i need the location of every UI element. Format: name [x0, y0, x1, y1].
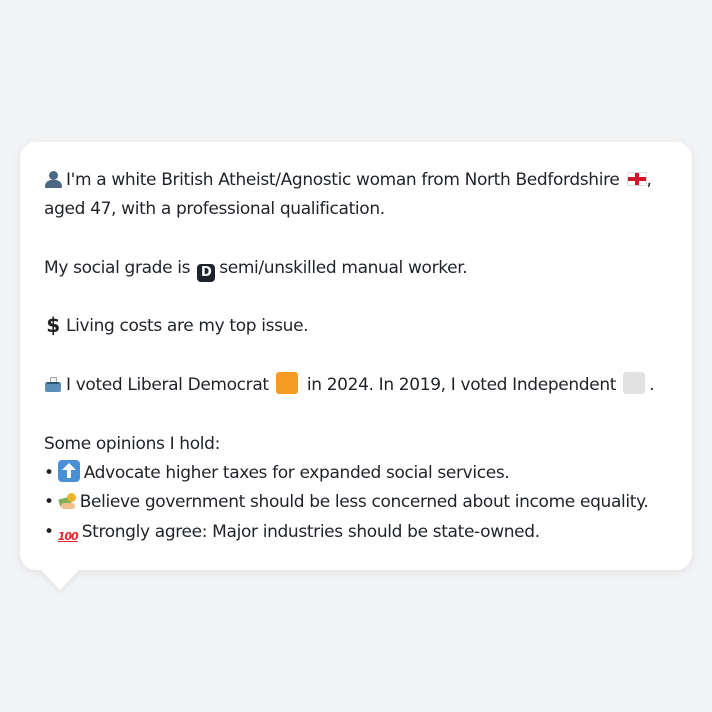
orange-square-icon — [275, 372, 298, 395]
persona-card: I'm a white British Atheist/Agnostic wom… — [20, 142, 692, 570]
dollar-icon: $ — [46, 313, 60, 338]
ballot-box-icon — [44, 375, 62, 393]
hundred-icon: 100 — [57, 529, 79, 543]
person-icon — [44, 170, 62, 188]
d-square-icon: D — [197, 263, 216, 282]
intro-line-2: aged 47, with a professional qualificati… — [44, 199, 385, 220]
vote-line: I voted Liberal Democrat in 2024. In 201… — [44, 371, 668, 400]
list-item: • Advocate higher taxes for expanded soci… — [44, 459, 668, 488]
money-hand-icon — [57, 492, 76, 510]
opinions-heading: Some opinions I hold: — [44, 433, 220, 454]
up-arrow-icon — [57, 459, 80, 482]
top-issue-line: $ Living costs are my top issue. — [44, 312, 668, 341]
grey-square-icon — [623, 372, 646, 395]
social-grade-line: My social grade is Dsemi/unskilled manua… — [44, 257, 468, 282]
intro-text: I'm a white British Atheist/Agnostic wom… — [66, 170, 620, 190]
bubble-tail — [40, 569, 80, 590]
list-item: • 100 Strongly agree: Major industries sho… — [44, 518, 668, 547]
list-item: • Believe government should be less conce… — [44, 492, 649, 513]
intro-line-1: I'm a white British Atheist/Agnostic wom… — [44, 166, 668, 195]
england-flag-icon — [626, 172, 647, 186]
